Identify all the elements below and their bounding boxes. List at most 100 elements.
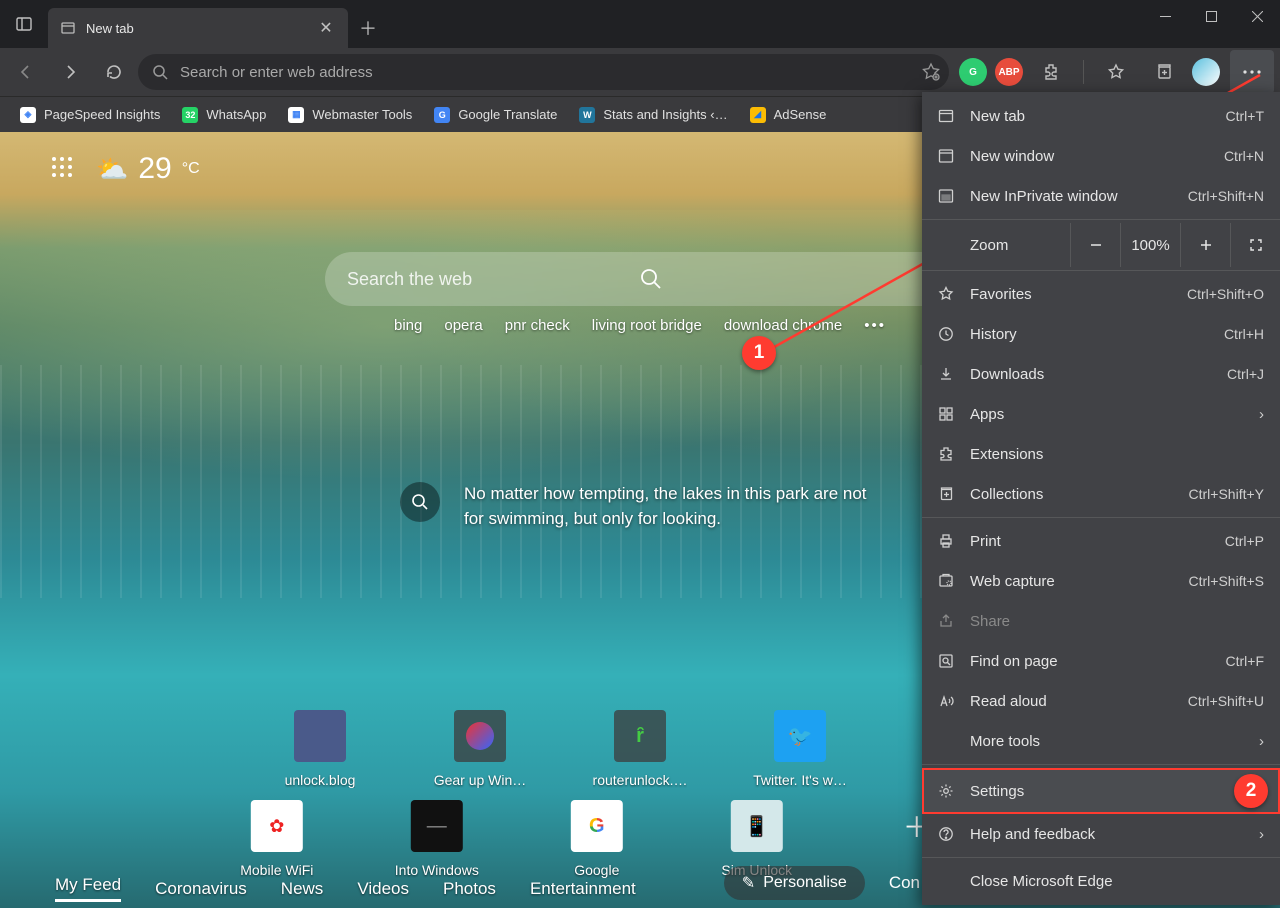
favorites-button[interactable] bbox=[1096, 52, 1136, 92]
tile-icon bbox=[294, 710, 346, 762]
forward-button[interactable] bbox=[50, 52, 90, 92]
collections-button[interactable] bbox=[1144, 52, 1184, 92]
menu-close-edge[interactable]: Close Microsoft Edge bbox=[922, 861, 1280, 901]
add-favorite-icon[interactable] bbox=[921, 62, 941, 82]
tile-icon bbox=[454, 710, 506, 762]
quick-term[interactable]: opera bbox=[444, 317, 482, 334]
quick-term[interactable]: bing bbox=[394, 317, 422, 334]
menu-find[interactable]: Find on page Ctrl+F bbox=[922, 641, 1280, 681]
content-label[interactable]: Con bbox=[889, 873, 920, 893]
menu-downloads[interactable]: Downloads Ctrl+J bbox=[922, 354, 1280, 394]
personalise-button[interactable]: ✎Personalise bbox=[724, 866, 865, 900]
menu-extensions[interactable]: Extensions bbox=[922, 434, 1280, 474]
feed-actions: ✎Personalise Con bbox=[724, 866, 920, 900]
quick-term[interactable]: living root bridge bbox=[592, 317, 702, 334]
browser-tab[interactable]: New tab ✕ bbox=[48, 8, 348, 48]
menu-read-aloud[interactable]: Read aloud Ctrl+Shift+U bbox=[922, 681, 1280, 721]
bookmark-item[interactable]: ▦Webmaster Tools bbox=[278, 103, 422, 127]
menu-new-inprivate[interactable]: New InPrivate window Ctrl+Shift+N bbox=[922, 176, 1280, 216]
quick-link-tile[interactable]: unlock.blog bbox=[280, 710, 360, 788]
search-icon bbox=[152, 64, 168, 80]
bookmark-item[interactable]: 32WhatsApp bbox=[172, 103, 276, 127]
address-placeholder: Search or enter web address bbox=[180, 64, 921, 81]
menu-apps[interactable]: Apps › bbox=[922, 394, 1280, 434]
feed-tab[interactable]: Coronavirus bbox=[155, 879, 247, 899]
bookmark-label: AdSense bbox=[774, 107, 827, 122]
bookmark-item[interactable]: ◈PageSpeed Insights bbox=[10, 103, 170, 127]
bookmark-favicon-icon: ▦ bbox=[288, 107, 304, 123]
weather-widget[interactable]: ⛅ 29°C bbox=[96, 152, 200, 186]
menu-collections[interactable]: Collections Ctrl+Shift+Y bbox=[922, 474, 1280, 514]
tile-icon: ✿ bbox=[251, 800, 303, 852]
more-menu-button[interactable] bbox=[1230, 50, 1274, 94]
bookmark-favicon-icon: 32 bbox=[182, 107, 198, 123]
info-search-icon[interactable] bbox=[400, 482, 440, 522]
feed-tab[interactable]: Videos bbox=[357, 879, 409, 899]
menu-new-window[interactable]: New window Ctrl+N bbox=[922, 136, 1280, 176]
menu-share: Share bbox=[922, 601, 1280, 641]
menu-zoom: Zoom 100% bbox=[922, 223, 1280, 267]
gear-icon bbox=[936, 781, 956, 801]
menu-new-tab[interactable]: New tab Ctrl+T bbox=[922, 96, 1280, 136]
zoom-out-button[interactable] bbox=[1070, 223, 1120, 267]
back-button[interactable] bbox=[6, 52, 46, 92]
feed-tab[interactable]: Photos bbox=[443, 879, 496, 899]
search-icon[interactable] bbox=[640, 268, 933, 290]
fullscreen-button[interactable] bbox=[1230, 223, 1280, 267]
web-search-box[interactable]: Search the web bbox=[325, 252, 955, 306]
extensions-button[interactable] bbox=[1031, 52, 1071, 92]
tile-icon: 🐦 bbox=[774, 710, 826, 762]
address-bar[interactable]: Search or enter web address bbox=[138, 54, 949, 90]
feed-tab[interactable]: Entertainment bbox=[530, 879, 636, 899]
tab-actions-button[interactable] bbox=[0, 0, 48, 48]
bookmark-favicon-icon: ◈ bbox=[20, 107, 36, 123]
quick-link-tile[interactable]: ✿Mobile WiFi bbox=[237, 800, 317, 878]
quick-link-tile[interactable]: ȓrouterunlock.… bbox=[600, 710, 680, 788]
refresh-button[interactable] bbox=[94, 52, 134, 92]
weather-icon: ⛅ bbox=[96, 154, 128, 185]
bookmark-item[interactable]: G Google Translate bbox=[424, 103, 567, 127]
zoom-in-button[interactable] bbox=[1180, 223, 1230, 267]
minimize-button[interactable] bbox=[1142, 0, 1188, 32]
menu-history[interactable]: History Ctrl+H bbox=[922, 314, 1280, 354]
bookmark-label: Google Translate bbox=[458, 107, 557, 122]
temperature-unit: °C bbox=[182, 160, 200, 178]
quick-link-tile[interactable]: —Into Windows bbox=[397, 800, 477, 878]
bookmark-item[interactable]: W Stats and Insights ‹… bbox=[569, 103, 737, 127]
bookmark-favicon-icon: G bbox=[434, 107, 450, 123]
menu-more-tools[interactable]: More tools › bbox=[922, 721, 1280, 761]
new-tab-button[interactable]: ＋ bbox=[348, 8, 388, 48]
window-controls bbox=[1142, 0, 1280, 32]
apps-grid-icon[interactable] bbox=[50, 155, 78, 183]
menu-settings[interactable]: Settings 2 bbox=[922, 768, 1280, 814]
bookmark-item[interactable]: ◢AdSense bbox=[740, 103, 837, 127]
grammarly-extension-icon[interactable]: G bbox=[959, 58, 987, 86]
toolbar-divider bbox=[1083, 60, 1084, 84]
background-info-text: No matter how tempting, the lakes in thi… bbox=[464, 482, 880, 531]
zoom-value: 100% bbox=[1120, 223, 1180, 267]
bookmark-favicon-icon: W bbox=[579, 107, 595, 123]
profile-avatar[interactable] bbox=[1192, 58, 1220, 86]
window-icon bbox=[936, 146, 956, 166]
tab-close-button[interactable]: ✕ bbox=[314, 18, 338, 38]
quick-term[interactable]: download chrome bbox=[724, 317, 842, 334]
quick-terms-more-icon[interactable]: ••• bbox=[864, 317, 886, 334]
menu-help[interactable]: Help and feedback › bbox=[922, 814, 1280, 854]
close-window-button[interactable] bbox=[1234, 0, 1280, 32]
quick-link-tile[interactable]: 🐦Twitter. It's w… bbox=[760, 710, 840, 788]
new-tab-icon bbox=[936, 106, 956, 126]
menu-print[interactable]: Print Ctrl+P bbox=[922, 521, 1280, 561]
tile-label: Twitter. It's w… bbox=[753, 772, 847, 788]
annotation-badge-1: 1 bbox=[742, 336, 776, 370]
menu-web-capture[interactable]: Web capture Ctrl+Shift+S bbox=[922, 561, 1280, 601]
abp-extension-icon[interactable]: ABP bbox=[995, 58, 1023, 86]
quick-link-tile[interactable]: Gear up Win… bbox=[440, 710, 520, 788]
feed-tab[interactable]: News bbox=[281, 879, 324, 899]
maximize-button[interactable] bbox=[1188, 0, 1234, 32]
feed-tab[interactable]: My Feed bbox=[55, 875, 121, 902]
quick-link-tile[interactable]: GGoogle bbox=[557, 800, 637, 878]
bookmark-label: Stats and Insights ‹… bbox=[603, 107, 727, 122]
quick-term[interactable]: pnr check bbox=[505, 317, 570, 334]
menu-favorites[interactable]: Favorites Ctrl+Shift+O bbox=[922, 274, 1280, 314]
tab-favicon-icon bbox=[60, 20, 76, 36]
